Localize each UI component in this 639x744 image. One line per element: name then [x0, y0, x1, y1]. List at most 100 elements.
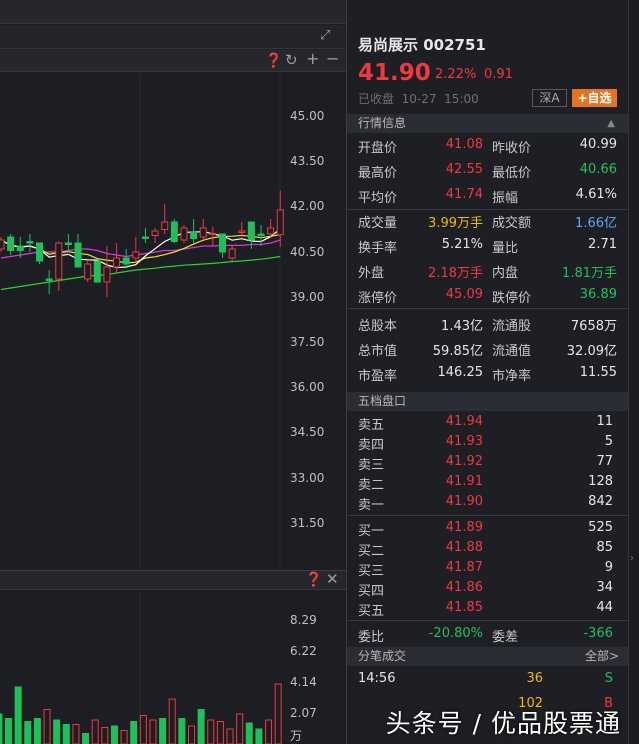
stat-row: 平均价 41.74 振幅 4.61%: [347, 187, 629, 209]
axis-label: 8.29: [290, 613, 317, 627]
level-price: 41.92: [445, 454, 483, 469]
divider: [347, 209, 629, 210]
zoom-in-icon[interactable]: +: [306, 51, 319, 67]
candlestick-chart[interactable]: [0, 73, 345, 570]
candle-body: [151, 230, 159, 236]
level-volume: 842: [588, 494, 613, 509]
collapse-icon[interactable]: ▲: [607, 114, 615, 133]
level-volume: 44: [596, 600, 613, 615]
stat-value: 4.61%: [575, 187, 617, 202]
watermark: 头条号 / 优品股票通: [385, 709, 621, 738]
stat-value: 2.18万手: [428, 266, 483, 281]
section-header-book: 五档盘口: [347, 392, 629, 411]
stat-value: 11.55: [579, 365, 617, 380]
volume-bar: [139, 715, 147, 744]
candle-body: [141, 236, 149, 239]
candle-body: [132, 251, 140, 259]
view-all-link[interactable]: 全部>: [585, 647, 619, 666]
axis-label: 45.00: [290, 109, 325, 123]
bid-row[interactable]: 买二 41.88 85: [347, 540, 629, 562]
stat-label: 跌停价: [492, 291, 532, 306]
stat-label: 涨停价: [358, 291, 398, 306]
change-percent: 2.22%: [435, 67, 477, 82]
candle-body: [170, 221, 178, 242]
candle-body: [103, 266, 111, 283]
volume-bar: [207, 719, 215, 744]
stat-row: 总股本 1.43亿 流通股 7658万: [347, 315, 629, 337]
last-price: 41.90: [358, 60, 431, 86]
axis-label: 2.07: [290, 706, 317, 720]
ask-row[interactable]: 卖四 41.93 5: [347, 434, 629, 456]
candle-body: [64, 242, 72, 245]
level-label: 买一: [358, 524, 385, 539]
stat-label: 换手率: [358, 241, 398, 256]
stat-value: 42.55: [445, 162, 483, 177]
candle-body: [122, 257, 130, 265]
volume-bar: [24, 721, 32, 744]
volume-bar: [72, 724, 80, 744]
stock-title: 易尚展示 002751: [358, 36, 486, 54]
stat-value: 32.09亿: [566, 344, 617, 359]
level-label: 卖四: [358, 438, 385, 453]
axis-label: 39.00: [290, 289, 325, 304]
side-collapse-strip[interactable]: ›: [628, 0, 639, 744]
ask-row[interactable]: 卖三 41.92 77: [347, 454, 629, 476]
bid-row[interactable]: 买三 41.87 9: [347, 560, 629, 582]
close-icon[interactable]: ✕: [326, 572, 339, 587]
bid-row[interactable]: 买一 41.89 525: [347, 520, 629, 542]
refresh-icon[interactable]: ↻: [285, 53, 298, 68]
candle-body: [7, 236, 15, 251]
candle-body: [257, 233, 265, 236]
volume-bar: [110, 725, 118, 744]
candle-body: [16, 245, 24, 251]
volume-bar: [91, 719, 99, 744]
ask-row[interactable]: 卖二 41.91 128: [347, 474, 629, 496]
section-header-info[interactable]: 行情信息 ▲: [347, 114, 629, 133]
volume-bar: [187, 725, 195, 744]
chevron-right-icon[interactable]: ›: [630, 553, 634, 564]
stat-value: 2.71: [588, 237, 617, 252]
level-volume: 34: [596, 580, 613, 595]
section-header-ticks: 分笔成交 全部>: [347, 647, 629, 666]
candle-body: [209, 232, 217, 235]
level-label: 买四: [358, 584, 385, 599]
stat-label: 内盘: [492, 266, 519, 281]
level-volume: 525: [588, 520, 613, 535]
change-amount: 0.91: [484, 67, 513, 82]
help-icon[interactable]: ❓: [265, 54, 282, 68]
stat-label: 平均价: [358, 191, 398, 206]
level-price: 41.91: [445, 474, 483, 489]
candle-body: [36, 242, 44, 262]
level-price: 41.90: [445, 494, 483, 509]
stat-value: 1.81万手: [562, 266, 617, 281]
candle-body: [161, 221, 169, 230]
volume-bar: [53, 719, 61, 744]
stat-label: 最低价: [492, 166, 532, 181]
volume-bar: [236, 713, 244, 744]
level-label: 买二: [358, 544, 385, 559]
level-volume: 11: [596, 414, 613, 429]
level-price: 41.86: [445, 580, 483, 595]
level-price: 41.93: [445, 434, 483, 449]
level-volume: 9: [604, 560, 613, 575]
ask-row[interactable]: 卖五 41.94 11: [347, 414, 629, 436]
stat-row: 涨停价 45.09 跌停价 36.89: [347, 287, 629, 309]
volume-bar: [265, 719, 273, 744]
stat-value: 45.09: [445, 287, 483, 302]
level-label: 卖三: [358, 458, 385, 473]
volume-bar: [43, 709, 51, 744]
ask-row[interactable]: 卖一 41.90 842: [347, 494, 629, 516]
help-icon[interactable]: ❓: [305, 573, 322, 587]
volume-bar: [216, 721, 224, 744]
chart-toolbar: ❓ ↻ + −: [0, 50, 346, 72]
bid-row[interactable]: 买五 41.85 44: [347, 600, 629, 622]
candle-body: [218, 233, 226, 253]
axis-label: 31.50: [290, 515, 325, 530]
zoom-out-icon[interactable]: −: [326, 51, 339, 67]
volume-header: ❓ ✕: [0, 570, 346, 590]
quote-panel: 易尚展示 002751 41.90 2.22% 0.91 已收盘 10-27 1…: [346, 0, 629, 744]
add-watchlist-button[interactable]: +自选: [572, 89, 617, 107]
expand-icon[interactable]: ⤢: [320, 29, 330, 43]
stat-label: 成交量: [358, 216, 398, 231]
bid-row[interactable]: 买四 41.86 34: [347, 580, 629, 602]
